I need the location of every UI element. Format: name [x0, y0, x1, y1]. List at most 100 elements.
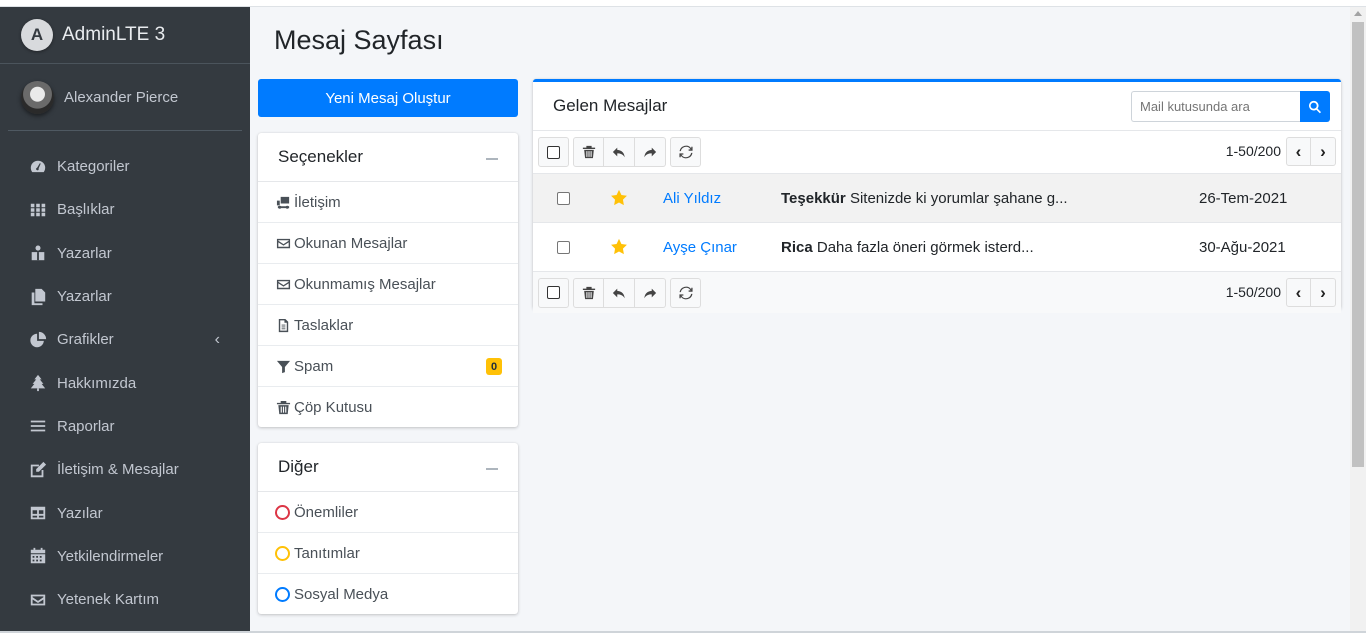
next-page-button[interactable]: ›: [1311, 137, 1336, 166]
label-text: Tanıtımlar: [294, 544, 360, 562]
forward-button[interactable]: [635, 277, 666, 308]
folder-label: Okunan Mesajlar: [294, 234, 408, 252]
options-card-header: Seçenekler: [258, 133, 518, 182]
folder-label: Spam: [294, 357, 334, 375]
label-item-sosyal-medya[interactable]: Sosyal Medya: [258, 574, 518, 615]
folder-item-okunan[interactable]: Okunan Mesajlar: [258, 223, 518, 264]
folder-item-cop-kutusu[interactable]: Çöp Kutusu: [258, 387, 518, 428]
circle-icon: [275, 504, 290, 520]
folder-label: İletişim: [294, 193, 341, 211]
sidebar-item-label: Yazarlar: [57, 244, 112, 262]
calendar-icon: [28, 546, 48, 566]
sidebar-item-label: Hakkımızda: [57, 374, 137, 392]
shipping-icon: [274, 194, 292, 210]
pie-chart-icon: [28, 330, 48, 350]
delete-button[interactable]: [573, 277, 604, 308]
prev-page-button[interactable]: ‹: [1286, 137, 1311, 166]
mail-preview: Daha fazla öneri görmek isterd...: [816, 238, 1034, 256]
table-icon: [28, 503, 48, 523]
sidebar-item-basliklar[interactable]: Başlıklar: [8, 188, 242, 231]
reply-icon: [612, 147, 625, 158]
sidebar-item-label: İletişim & Mesajlar: [57, 461, 179, 479]
folder-label: Okunmamış Mesajlar: [294, 275, 436, 293]
collapse-icon[interactable]: [486, 468, 498, 470]
envelope-icon: [274, 235, 292, 251]
mail-search-input[interactable]: [1131, 91, 1300, 122]
sidebar-item-label: Yazarlar: [57, 288, 112, 306]
select-all-button[interactable]: [538, 137, 569, 167]
reply-button[interactable]: [604, 277, 635, 308]
star-icon[interactable]: [610, 189, 628, 207]
label-text: Önemliler: [294, 503, 359, 521]
mail-subject[interactable]: Teşekkür Sitenizde ki yorumlar şahane g.…: [781, 190, 1068, 207]
scroll-thumb[interactable]: [1352, 22, 1364, 467]
options-card-title: Seçenekler: [278, 147, 364, 166]
sidebar-item-grafikler[interactable]: Grafikler ‹: [8, 318, 242, 361]
chevron-left-icon: ‹: [214, 330, 220, 348]
trash-icon: [582, 145, 595, 159]
mail-search: [1131, 91, 1330, 122]
forward-button[interactable]: [635, 137, 666, 167]
row-checkbox[interactable]: [557, 191, 570, 205]
mail-row[interactable]: Ali Yıldız Teşekkür Sitenizde ki yorumla…: [533, 173, 1341, 222]
sidebar-item-kategoriler[interactable]: Kategoriler: [8, 145, 242, 188]
mailbox-controls-bottom: 1-50/200 ‹ ›: [533, 271, 1341, 313]
collapse-icon[interactable]: [486, 158, 498, 160]
prev-page-button[interactable]: ‹: [1286, 278, 1311, 307]
next-page-button[interactable]: ›: [1311, 278, 1336, 307]
users-icon: [28, 243, 48, 263]
tree-icon: [28, 373, 48, 393]
sidebar-item-yazarlar[interactable]: Yazarlar: [8, 232, 242, 275]
options-card: Seçenekler İletişim Okunan Mesajlar Okun…: [258, 133, 518, 427]
user-panel[interactable]: Alexander Pierce: [8, 64, 242, 131]
scroll-up-icon[interactable]: [1354, 11, 1362, 16]
file-icon: [274, 317, 292, 333]
copy-icon: [28, 287, 48, 307]
inbox-header: Gelen Mesajlar: [533, 82, 1341, 131]
mail-sender[interactable]: Ayşe Çınar: [663, 239, 737, 256]
sidebar-item-hakkimizda[interactable]: Hakkımızda: [8, 361, 242, 404]
content-wrapper: Mesaj Sayfası Yeni Mesaj Oluştur Seçenek…: [250, 7, 1350, 631]
sidebar-item-yetkilendirmeler[interactable]: Yetkilendirmeler: [8, 535, 242, 578]
brand-link[interactable]: A AdminLTE 3: [0, 7, 250, 64]
search-icon: [1309, 100, 1322, 113]
mail-sender[interactable]: Ali Yıldız: [663, 190, 721, 207]
folder-item-taslaklar[interactable]: Taslaklar: [258, 305, 518, 346]
mail-date: 26-Tem-2021: [1199, 189, 1288, 207]
select-all-button[interactable]: [538, 277, 569, 308]
search-button[interactable]: [1300, 91, 1330, 122]
sidebar-item-iletisim-mesajlar[interactable]: İletişim & Mesajlar: [8, 448, 242, 491]
edit-icon: [28, 460, 48, 480]
page-scrollbar[interactable]: [1350, 7, 1366, 631]
label-item-onemliler[interactable]: Önemliler: [258, 492, 518, 533]
folder-item-iletisim[interactable]: İletişim: [258, 182, 518, 223]
label-item-tanitimlar[interactable]: Tanıtımlar: [258, 533, 518, 574]
mail-preview: Sitenizde ki yorumlar şahane g...: [849, 189, 1068, 207]
delete-button[interactable]: [573, 137, 604, 167]
checkbox-icon: [547, 145, 560, 159]
sidebar-item-yetenek-kartim[interactable]: Yetenek Kartım: [8, 578, 242, 621]
star-icon[interactable]: [610, 238, 628, 256]
sidebar-item-raporlar[interactable]: Raporlar: [8, 405, 242, 448]
label-text: Sosyal Medya: [294, 586, 389, 603]
sidebar-item-yazilar[interactable]: Yazılar: [8, 491, 242, 534]
circle-icon: [275, 587, 290, 602]
compose-button[interactable]: Yeni Mesaj Oluştur: [258, 79, 518, 117]
sidebar-item-yazarlar-2[interactable]: Yazarlar: [8, 275, 242, 318]
user-name[interactable]: Alexander Pierce: [64, 89, 178, 106]
refresh-button[interactable]: [670, 137, 701, 167]
mail-subject[interactable]: Rica Daha fazla öneri görmek isterd...: [781, 239, 1034, 256]
folder-item-okunmamis[interactable]: Okunmamış Mesajlar: [258, 264, 518, 305]
pager: ‹ ›: [1286, 137, 1336, 166]
row-checkbox[interactable]: [557, 240, 570, 254]
refresh-button[interactable]: [670, 277, 701, 308]
reply-button[interactable]: [604, 137, 635, 167]
mail-row[interactable]: Ayşe Çınar Rica Daha fazla öneri görmek …: [533, 222, 1341, 271]
folder-item-spam[interactable]: Spam 0: [258, 346, 518, 387]
inbox-card: Gelen Mesajlar 1-50/200: [533, 79, 1341, 313]
checkbox-icon: [547, 286, 560, 299]
sidebar-item-label: Yetenek Kartım: [57, 591, 160, 609]
circle-icon: [275, 545, 290, 561]
mail-subject-title: Teşekkür: [781, 189, 846, 207]
trash-icon: [582, 286, 595, 299]
